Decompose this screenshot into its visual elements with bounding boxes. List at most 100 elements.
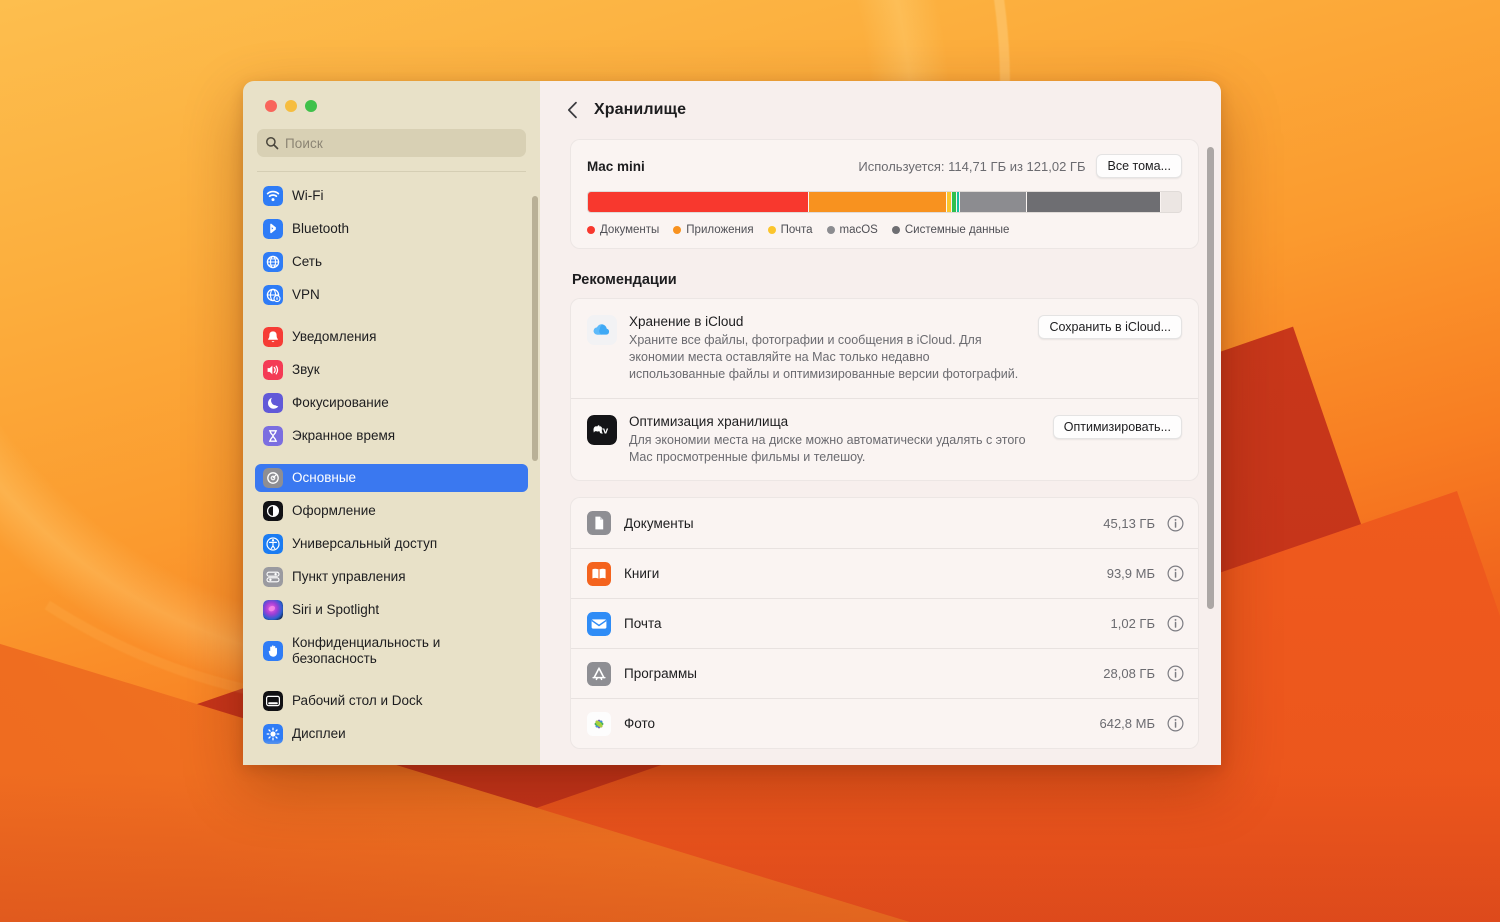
network-globe-icon <box>263 252 283 272</box>
recommendation-description: Для экономии места на диске можно автома… <box>629 432 1026 464</box>
close-button[interactable] <box>265 100 277 112</box>
svg-text:tv: tv <box>600 425 609 436</box>
info-icon[interactable] <box>1167 565 1184 582</box>
control-center-icon <box>263 567 283 587</box>
legend-label: macOS <box>839 224 878 236</box>
page-title: Хранилище <box>594 101 687 118</box>
sidebar-item-label: Основные <box>292 470 357 486</box>
sidebar-item-desktop-dock[interactable]: Рабочий стол и Dock <box>255 687 528 715</box>
sidebar-group-general: Основные Оформление Универсальный доступ… <box>255 464 528 673</box>
sidebar-item-accessibility[interactable]: Универсальный доступ <box>255 530 528 558</box>
storage-row-books[interactable]: Книги 93,9 МБ <box>571 548 1198 598</box>
all-volumes-button[interactable]: Все тома... <box>1096 154 1182 178</box>
sidebar-item-label: Экранное время <box>292 428 396 444</box>
recommendation-title: Хранение в iCloud <box>629 314 744 329</box>
sidebar-item-label: Siri и Spotlight <box>292 602 380 618</box>
sidebar-item-bluetooth[interactable]: Bluetooth <box>255 215 528 243</box>
storage-row-applications[interactable]: Программы 28,08 ГБ <box>571 648 1198 698</box>
main-scrollbar[interactable] <box>1207 147 1214 609</box>
desktop-dock-icon <box>263 691 283 711</box>
sidebar-item-label: Фокусирование <box>292 395 389 411</box>
optimize-button[interactable]: Оптимизировать... <box>1052 414 1182 439</box>
appearance-icon <box>263 501 283 521</box>
sidebar-item-appearance[interactable]: Оформление <box>255 497 528 525</box>
main-header: Хранилище <box>540 81 1221 139</box>
sidebar-item-notifications[interactable]: Уведомления <box>255 323 528 351</box>
sidebar-item-general[interactable]: Основные <box>255 464 528 492</box>
storage-item-name: Фото <box>624 716 656 732</box>
storage-item-size: 93,9 МБ <box>1106 566 1155 582</box>
storage-bar-segment <box>588 192 810 212</box>
storage-bar-segment <box>1026 192 1161 212</box>
sidebar-item-screen-time[interactable]: Экранное время <box>255 422 528 450</box>
search-container: Поиск <box>243 112 540 172</box>
sidebar-item-label: Универсальный доступ <box>292 536 438 552</box>
sidebar-item-privacy-security[interactable]: Конфиденциальность и безопасность <box>255 629 528 673</box>
sidebar-item-label: Дисплеи <box>292 726 346 742</box>
info-icon[interactable] <box>1167 515 1184 532</box>
storage-item-size: 642,8 МБ <box>1099 716 1155 732</box>
storage-row-mail[interactable]: Почта 1,02 ГБ <box>571 598 1198 648</box>
sidebar-item-label: Пункт управления <box>292 569 406 585</box>
info-icon[interactable] <box>1167 615 1184 632</box>
hand-privacy-icon <box>263 641 283 661</box>
sidebar-group-network: Wi-Fi Bluetooth Сеть VPN <box>255 182 528 309</box>
storage-summary-header: Mac mini Используется: 114,71 ГБ из 121,… <box>587 154 1182 178</box>
bluetooth-icon <box>263 219 283 239</box>
storage-legend: Документы Приложения Почта macOS Системные д… <box>587 224 1182 236</box>
storage-row-photos[interactable]: Фото 642,8 МБ <box>571 698 1198 748</box>
recommendation-body: Оптимизация хранилища Для экономии места… <box>629 414 1053 466</box>
sidebar-item-network[interactable]: Сеть <box>255 248 528 276</box>
info-icon[interactable] <box>1167 715 1184 732</box>
sidebar: Поиск Wi-Fi Bluetooth Сеть VPN Уведомлен… <box>243 81 540 765</box>
sidebar-scrollbar[interactable] <box>532 196 538 461</box>
storage-item-size: 45,13 ГБ <box>1103 515 1155 531</box>
sidebar-item-displays[interactable]: Дисплеи <box>255 720 528 748</box>
photos-icon <box>587 711 611 736</box>
storage-summary-card: Mac mini Используется: 114,71 ГБ из 121,… <box>570 139 1199 249</box>
sidebar-item-label: Сеть <box>292 254 323 270</box>
back-chevron-icon[interactable] <box>562 100 582 120</box>
sidebar-item-label: VPN <box>292 287 320 303</box>
sidebar-item-wifi[interactable]: Wi-Fi <box>255 182 528 210</box>
sidebar-item-control-center[interactable]: Пункт управления <box>255 563 528 591</box>
sidebar-item-focus[interactable]: Фокусирование <box>255 389 528 417</box>
storage-bar-segment <box>960 192 1027 212</box>
recommendation-description: Храните все файлы, фотографии и сообщени… <box>629 333 1019 381</box>
save-to-icloud-button[interactable]: Сохранить в iCloud... <box>1038 315 1182 339</box>
wifi-icon <box>263 186 283 206</box>
sidebar-group-system: Уведомления Звук Фокусирование Экранное … <box>255 323 528 450</box>
main-scroll-area[interactable]: Mac mini Используется: 114,71 ГБ из 121,… <box>540 139 1221 765</box>
recommendation-body: Хранение в iCloud Храните все файлы, фот… <box>629 314 1038 383</box>
sidebar-item-vpn[interactable]: VPN <box>255 281 528 309</box>
legend-label: Системные данные <box>904 224 1010 236</box>
search-icon <box>265 136 279 150</box>
speaker-icon <box>263 360 283 380</box>
storage-row-documents[interactable]: Документы 45,13 ГБ <box>571 498 1198 548</box>
mail-icon <box>587 611 611 636</box>
moon-icon <box>263 393 283 413</box>
maximize-button[interactable] <box>305 100 317 112</box>
main-content: Хранилище Mac mini Используется: 114,71 … <box>540 81 1221 765</box>
storage-item-name: Почта <box>624 616 662 632</box>
sidebar-item-label: Bluetooth <box>292 221 350 237</box>
minimize-button[interactable] <box>285 100 297 112</box>
search-field[interactable]: Поиск <box>257 129 526 157</box>
sidebar-item-siri-spotlight[interactable]: Siri и Spotlight <box>255 596 528 624</box>
icloud-icon <box>587 315 617 345</box>
apple-tv-icon: tv <box>587 414 617 445</box>
sidebar-item-sound[interactable]: Звук <box>255 356 528 384</box>
sidebar-scroll-area[interactable]: Wi-Fi Bluetooth Сеть VPN Уведомления Зву… <box>243 172 540 756</box>
sidebar-item-label: Рабочий стол и Dock <box>292 693 423 709</box>
storage-items-list: Документы 45,13 ГБ Книги 93,9 МБ Почта 1… <box>570 497 1199 750</box>
legend-color-dot <box>767 226 776 234</box>
legend-item: Почта <box>767 224 813 236</box>
desktop-wallpaper: Поиск Wi-Fi Bluetooth Сеть VPN Уведомлен… <box>0 0 1500 922</box>
legend-label: Почта <box>780 224 813 236</box>
recommendation-action: Оптимизировать... <box>1052 414 1182 466</box>
recommendation-action: Сохранить в iCloud... <box>1038 314 1182 383</box>
storage-item-name: Программы <box>624 666 697 682</box>
storage-bar-segment <box>809 192 947 212</box>
books-icon <box>587 561 611 586</box>
info-icon[interactable] <box>1167 665 1184 682</box>
